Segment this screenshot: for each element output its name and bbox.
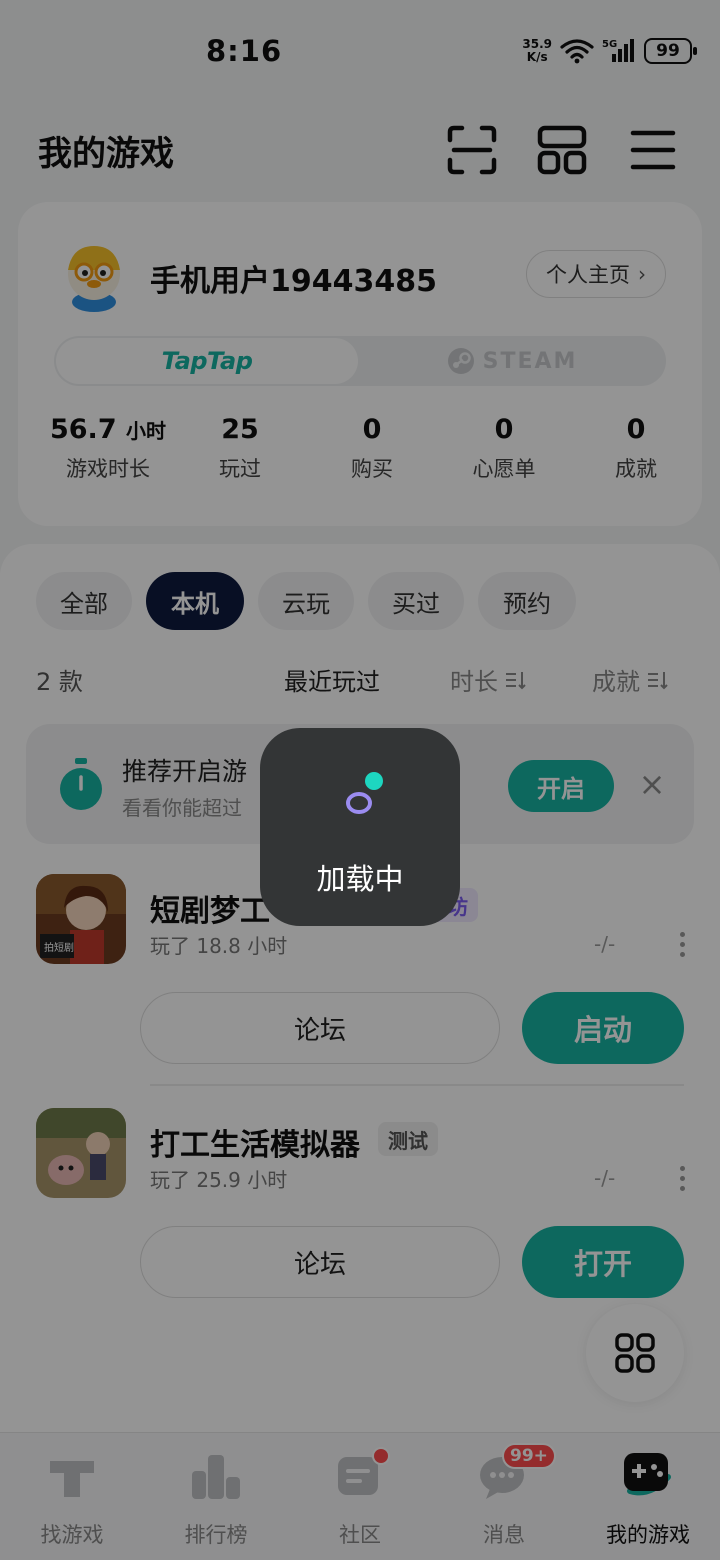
loading-text: 加载中 xyxy=(316,862,404,896)
loading-toast: 加载中 xyxy=(260,728,460,926)
loading-spinner-icon xyxy=(346,772,383,814)
